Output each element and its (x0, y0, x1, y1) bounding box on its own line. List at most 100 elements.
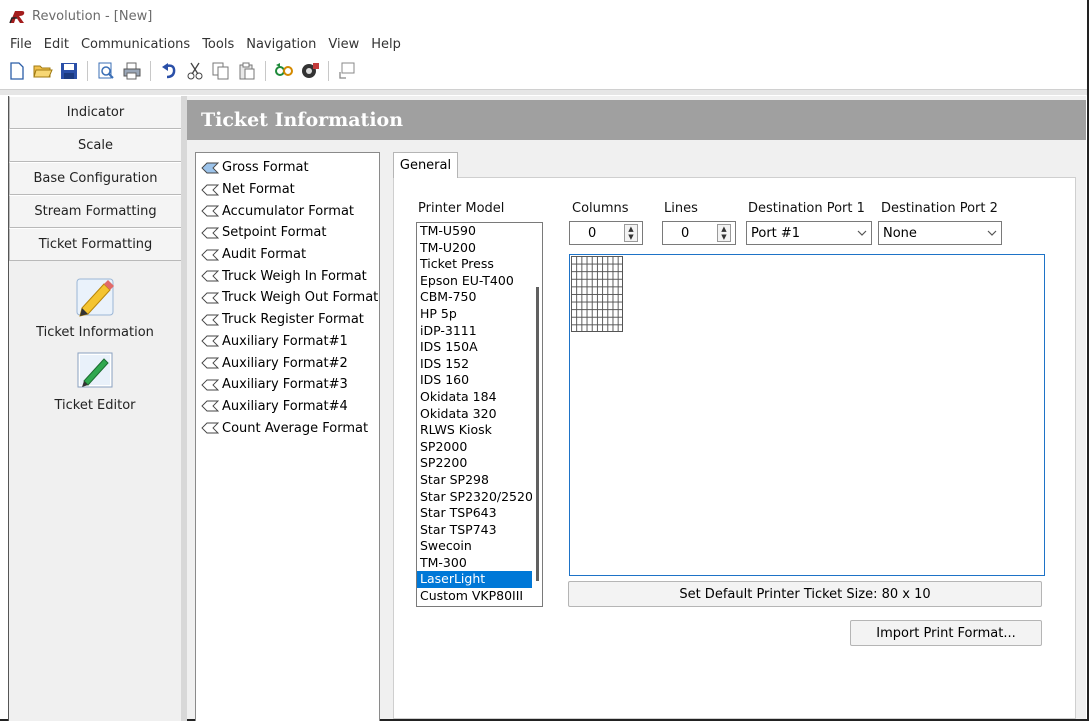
printer-model-item[interactable]: TM-U200 (417, 240, 542, 257)
format-node-icon (201, 357, 219, 369)
format-item-label: Setpoint Format (222, 225, 327, 241)
format-item[interactable]: Auxiliary Format#1 (196, 331, 379, 353)
destination-port-1-select[interactable]: Port #1 (746, 221, 872, 245)
cut-icon[interactable] (184, 60, 206, 82)
menu-edit[interactable]: Edit (38, 35, 75, 54)
columns-value[interactable]: 0 (570, 226, 624, 241)
printer-model-item[interactable]: Okidata 184 (417, 389, 542, 406)
printer-model-item[interactable]: IDS 150A (417, 339, 542, 356)
scrollbar-thumb[interactable] (536, 287, 539, 581)
format-item[interactable]: Auxiliary Format#2 (196, 352, 379, 374)
undo-icon[interactable] (158, 60, 180, 82)
format-node-icon (201, 400, 219, 412)
format-item[interactable]: Net Format (196, 179, 379, 201)
format-item[interactable]: Auxiliary Format#3 (196, 374, 379, 396)
lines-stepper[interactable]: 0 ▲ ▼ (662, 221, 736, 245)
menu-help[interactable]: Help (365, 35, 407, 54)
import-print-format-button[interactable]: Import Print Format... (850, 620, 1042, 646)
format-item[interactable]: Audit Format (196, 244, 379, 266)
format-item[interactable]: Setpoint Format (196, 222, 379, 244)
pencil-icon[interactable] (73, 275, 117, 319)
destination-port-2-value: None (883, 225, 917, 241)
new-file-icon[interactable] (6, 60, 28, 82)
printer-model-item[interactable]: Star TSP643 (417, 505, 542, 522)
format-node-icon (201, 184, 219, 195)
destination-port-2-select[interactable]: None (878, 221, 1002, 245)
format-item[interactable]: Accumulator Format (196, 200, 379, 222)
save-icon[interactable] (58, 60, 80, 82)
connect-icon[interactable] (273, 60, 295, 82)
printer-model-item[interactable]: LaserLight (417, 571, 534, 589)
format-item-label: Auxiliary Format#2 (222, 355, 348, 371)
export-icon[interactable] (336, 60, 358, 82)
page-header: Ticket Information (187, 100, 1086, 140)
printer-model-item[interactable]: RLWS Kiosk (417, 422, 542, 439)
paste-icon[interactable] (236, 60, 258, 82)
printer-model-item[interactable]: TM-U590 (417, 223, 542, 240)
columns-label: Columns (572, 201, 629, 216)
nav-stream-formatting[interactable]: Stream Formatting (9, 195, 182, 228)
menu-file[interactable]: File (4, 35, 38, 54)
printer-model-item[interactable]: SP2000 (417, 439, 542, 456)
columns-stepper[interactable]: 0 ▲ ▼ (569, 221, 643, 245)
nav-ticket-formatting[interactable]: Ticket Formatting (9, 228, 182, 261)
tab-general[interactable]: General (393, 152, 458, 178)
nav-scale[interactable]: Scale (9, 129, 182, 162)
menu-navigation[interactable]: Navigation (240, 35, 322, 54)
menu-view[interactable]: View (322, 35, 365, 54)
ticket-edit-icon[interactable] (73, 348, 117, 392)
nav-indicator[interactable]: Indicator (9, 96, 182, 129)
format-node-icon (201, 422, 219, 434)
printer-model-item[interactable]: CBM-750 (417, 289, 542, 306)
printer-model-item[interactable]: Okidata 320 (417, 406, 542, 423)
printer-model-item[interactable]: Swecoin (417, 538, 542, 555)
printer-model-item[interactable]: IDS 152 (417, 356, 542, 373)
printer-model-item[interactable]: TM-300 (417, 555, 542, 572)
format-item[interactable]: Count Average Format (196, 417, 379, 439)
format-node-icon (201, 205, 219, 217)
printer-model-list[interactable]: TM-U590 TM-U200 Ticket Press Epson EU-T400 C… (416, 222, 543, 607)
format-item-label: Count Average Format (222, 420, 369, 436)
ticket-editor-tool[interactable]: Ticket Editor (9, 348, 181, 413)
nav-base-configuration[interactable]: Base Configuration (9, 162, 182, 195)
open-folder-icon[interactable] (32, 60, 54, 82)
spin-arrows-icon[interactable]: ▲ ▼ (717, 224, 731, 242)
printer-model-item[interactable]: SP2200 (417, 455, 542, 472)
format-node-icon (201, 379, 219, 391)
printer-model-item[interactable]: Star SP2320/2520 (417, 489, 542, 506)
ticket-layout-canvas[interactable] (569, 254, 1045, 576)
printer-model-item[interactable]: Custom VKP80III (417, 588, 542, 605)
format-item[interactable]: Gross Format (196, 157, 379, 179)
spin-arrows-icon[interactable]: ▲ ▼ (624, 224, 638, 242)
format-item[interactable]: Auxiliary Format#4 (196, 396, 379, 418)
printer-model-item[interactable]: Star SP298 (417, 472, 542, 489)
ticket-grid-cells[interactable] (571, 256, 623, 332)
printer-model-item[interactable]: HP 5p (417, 306, 542, 323)
print-icon[interactable] (121, 60, 143, 82)
ticket-information-tool[interactable]: Ticket Information (9, 275, 181, 340)
printer-model-label: Printer Model (418, 201, 505, 216)
lines-value[interactable]: 0 (663, 226, 717, 241)
format-item[interactable]: Truck Register Format (196, 309, 379, 331)
format-item[interactable]: Truck Weigh Out Format (196, 287, 379, 309)
copy-icon[interactable] (210, 60, 232, 82)
destination-port-1-label: Destination Port 1 (748, 201, 865, 216)
menu-bar: File Edit Communications Tools Navigatio… (0, 32, 1087, 56)
settings-gear-icon[interactable] (299, 60, 321, 82)
printer-model-item[interactable]: Ticket Press (417, 256, 542, 273)
menu-tools[interactable]: Tools (196, 35, 240, 54)
print-preview-icon[interactable] (95, 60, 117, 82)
chevron-down-icon[interactable] (853, 230, 871, 236)
printer-model-item[interactable]: Star TSP743 (417, 522, 542, 539)
printer-model-item[interactable]: Epson EU-T400 (417, 273, 542, 290)
format-item[interactable]: Truck Weigh In Format (196, 265, 379, 287)
chevron-down-icon[interactable] (983, 230, 1001, 236)
printer-model-item[interactable]: iDP-3111 (417, 323, 542, 340)
format-item-label: Truck Register Format (222, 312, 364, 328)
printer-list-scrollbar[interactable] (532, 223, 542, 606)
destination-port-2-label: Destination Port 2 (881, 201, 998, 216)
printer-model-item[interactable]: IDS 160 (417, 372, 542, 389)
window-title: Revolution - [New] (32, 8, 153, 24)
menu-communications[interactable]: Communications (75, 35, 196, 54)
set-default-ticket-size-button[interactable]: Set Default Printer Ticket Size: 80 x 10 (568, 581, 1042, 607)
